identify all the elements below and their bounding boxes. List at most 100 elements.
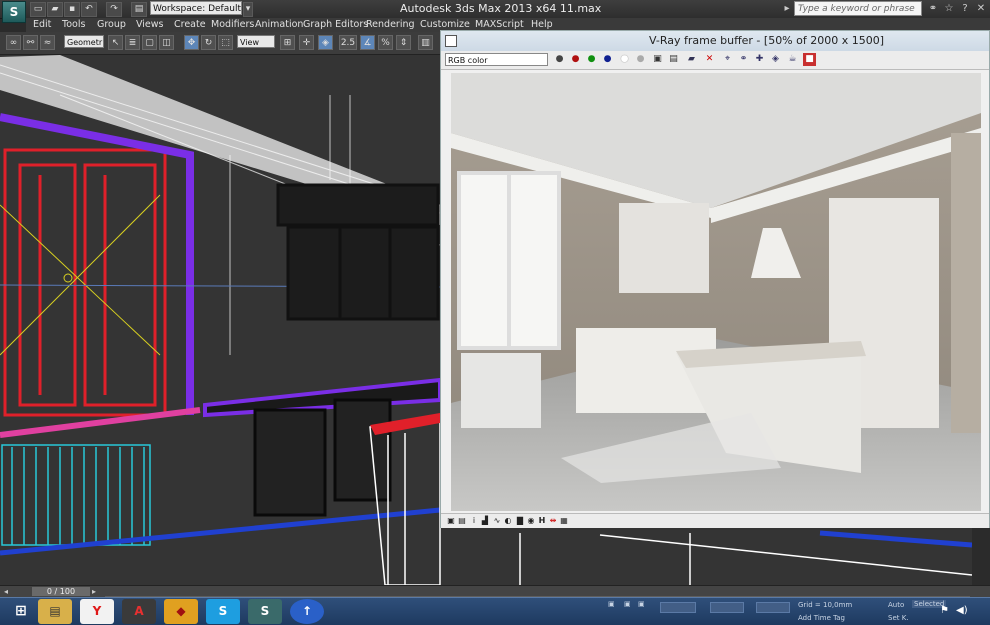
menu-edit[interactable]: Edit bbox=[33, 19, 51, 30]
yandex-browser-icon[interactable]: Y bbox=[80, 599, 114, 624]
chevron-down-icon[interactable]: ▾ bbox=[243, 2, 253, 17]
star-icon[interactable]: ☆ bbox=[942, 2, 956, 15]
redo-icon[interactable]: ↷ bbox=[106, 2, 122, 17]
track-mouse-icon[interactable]: ⌖ bbox=[721, 53, 734, 66]
unlink-icon[interactable]: ⚯ bbox=[23, 35, 38, 50]
expand-icon[interactable]: ▸ bbox=[780, 2, 794, 15]
set-key-button[interactable]: Set K. bbox=[888, 614, 909, 622]
keyboard-shortcut-icon[interactable]: ◈ bbox=[318, 35, 333, 50]
h-flip-icon[interactable]: H bbox=[537, 515, 547, 526]
timeline-left-icon[interactable]: ◂ bbox=[4, 587, 14, 596]
lock-icon[interactable]: ▣ bbox=[608, 600, 615, 608]
percent-snap-icon[interactable]: % bbox=[378, 35, 393, 50]
red-channel-icon[interactable]: ● bbox=[569, 53, 582, 66]
rgb-channel-icon[interactable]: ● bbox=[553, 53, 566, 66]
open-folder-icon[interactable]: ▰ bbox=[47, 2, 63, 17]
named-selection-icon[interactable]: ▥ bbox=[418, 35, 433, 50]
render-icon[interactable]: ◈ bbox=[769, 53, 782, 66]
project-folder-icon[interactable]: ▤ bbox=[131, 2, 147, 17]
auto-key-button[interactable]: Auto bbox=[888, 601, 904, 609]
region-render-icon[interactable]: ✚ bbox=[753, 53, 766, 66]
reference-coordinate-dropdown[interactable]: View bbox=[237, 35, 275, 48]
pivot-center-icon[interactable]: ⊞ bbox=[280, 35, 295, 50]
absolute-mode-icon[interactable]: ▣ bbox=[638, 600, 645, 608]
timeline-right-icon[interactable]: ▸ bbox=[92, 587, 102, 596]
menu-create[interactable]: Create bbox=[174, 19, 206, 30]
help-icon[interactable]: ? bbox=[958, 2, 972, 15]
mono-channel-icon[interactable]: ● bbox=[634, 53, 647, 66]
menu-animation[interactable]: Animation bbox=[255, 19, 303, 30]
x-coordinate-field[interactable] bbox=[660, 602, 696, 613]
file-explorer-icon[interactable]: ▤ bbox=[38, 599, 72, 624]
menu-maxscript[interactable]: MAXScript bbox=[475, 19, 524, 30]
open-folder-icon[interactable]: ▰ bbox=[685, 53, 698, 66]
workspace-dropdown[interactable]: Workspace: Default bbox=[150, 1, 242, 15]
photo-app-icon[interactable]: ◆ bbox=[164, 599, 198, 624]
rotate-icon[interactable]: ↻ bbox=[201, 35, 216, 50]
clear-image-icon[interactable]: ✕ bbox=[703, 53, 716, 66]
select-manipulate-icon[interactable]: ✛ bbox=[299, 35, 314, 50]
menu-help[interactable]: Help bbox=[531, 19, 553, 30]
menu-views[interactable]: Views bbox=[136, 19, 164, 30]
flag-icon[interactable]: ⚑ bbox=[940, 605, 949, 616]
vfb-history-icon[interactable]: ▣ bbox=[446, 515, 456, 526]
search-input[interactable]: Type a keyword or phrase bbox=[794, 1, 922, 16]
autocad-icon[interactable]: A bbox=[122, 599, 156, 624]
compare-icon[interactable]: ⇹ bbox=[548, 515, 558, 526]
levels-icon[interactable]: ▟ bbox=[480, 515, 490, 526]
close-icon[interactable]: ✕ bbox=[974, 2, 988, 15]
windows-start-icon[interactable]: ⊞ bbox=[4, 599, 38, 624]
curve-icon[interactable]: ∿ bbox=[492, 515, 502, 526]
lens-effects-icon[interactable]: ▤ bbox=[457, 515, 467, 526]
teapot-icon[interactable]: ☕ bbox=[786, 53, 799, 66]
binoculars-icon[interactable]: ⚭ bbox=[926, 2, 940, 15]
alpha-channel-icon[interactable]: ● bbox=[618, 53, 631, 66]
bind-space-warp-icon[interactable]: ≈ bbox=[40, 35, 55, 50]
undo-icon[interactable]: ↶ bbox=[81, 2, 97, 17]
green-channel-icon[interactable]: ● bbox=[585, 53, 598, 66]
new-file-icon[interactable]: ▭ bbox=[30, 2, 46, 17]
scale-icon[interactable]: ⬚ bbox=[218, 35, 233, 50]
menu-tools[interactable]: Tools bbox=[62, 19, 85, 30]
info-icon[interactable]: i bbox=[469, 515, 479, 526]
load-image-icon[interactable]: ▤ bbox=[667, 53, 680, 66]
z-coordinate-field[interactable] bbox=[756, 602, 790, 613]
uploader-icon[interactable]: ↑ bbox=[290, 599, 324, 624]
selection-lock-icon[interactable]: ▣ bbox=[624, 600, 631, 608]
3ds-max-icon[interactable]: S bbox=[248, 599, 282, 624]
move-icon[interactable]: ✥ bbox=[184, 35, 199, 50]
window-crossing-icon[interactable]: ◫ bbox=[159, 35, 174, 50]
menu-group[interactable]: Group bbox=[97, 19, 126, 30]
angle-snap-icon[interactable]: ∡ bbox=[360, 35, 375, 50]
volume-icon[interactable]: ◀) bbox=[956, 605, 968, 616]
y-coordinate-field[interactable] bbox=[710, 602, 744, 613]
vray-title-bar[interactable]: V-Ray frame buffer - [50% of 2000 x 1500… bbox=[441, 31, 989, 51]
snaps-toggle-icon[interactable]: 2.5 bbox=[339, 35, 357, 50]
rectangle-selection-icon[interactable]: ▢ bbox=[142, 35, 157, 50]
render-image[interactable] bbox=[451, 73, 981, 511]
time-slider[interactable]: 0 / 100 bbox=[32, 587, 90, 596]
exposure-icon[interactable]: ◐ bbox=[503, 515, 513, 526]
blue-channel-icon[interactable]: ● bbox=[601, 53, 614, 66]
histogram-icon[interactable]: ▇ bbox=[515, 515, 525, 526]
menu-modifiers[interactable]: Modifiers bbox=[211, 19, 254, 30]
selection-filter-dropdown[interactable]: Geometr bbox=[64, 35, 104, 48]
skype-icon[interactable]: S bbox=[206, 599, 240, 624]
select-object-icon[interactable]: ↖ bbox=[108, 35, 123, 50]
select-by-name-icon[interactable]: ≣ bbox=[125, 35, 140, 50]
lut-icon[interactable]: ▦ bbox=[559, 515, 569, 526]
app-logo-icon[interactable]: S bbox=[2, 1, 26, 23]
srgb-icon[interactable]: ◉ bbox=[526, 515, 536, 526]
save-image-icon[interactable]: ▣ bbox=[651, 53, 664, 66]
menu-customize[interactable]: Customize bbox=[420, 19, 470, 30]
save-icon[interactable]: ▪ bbox=[64, 2, 80, 17]
menu-graph-editors[interactable]: Graph Editors bbox=[303, 19, 368, 30]
spinner-snap-icon[interactable]: ⇕ bbox=[396, 35, 411, 50]
add-time-tag-button[interactable]: Add Time Tag bbox=[798, 614, 845, 622]
vray-frame-buffer-window[interactable]: V-Ray frame buffer - [50% of 2000 x 1500… bbox=[440, 30, 990, 528]
menu-rendering[interactable]: Rendering bbox=[366, 19, 415, 30]
link-icon[interactable]: ∞ bbox=[6, 35, 21, 50]
link-icon[interactable]: ⚭ bbox=[737, 53, 750, 66]
stop-render-icon[interactable]: ■ bbox=[803, 53, 816, 66]
channel-dropdown[interactable]: RGB color bbox=[445, 53, 548, 66]
